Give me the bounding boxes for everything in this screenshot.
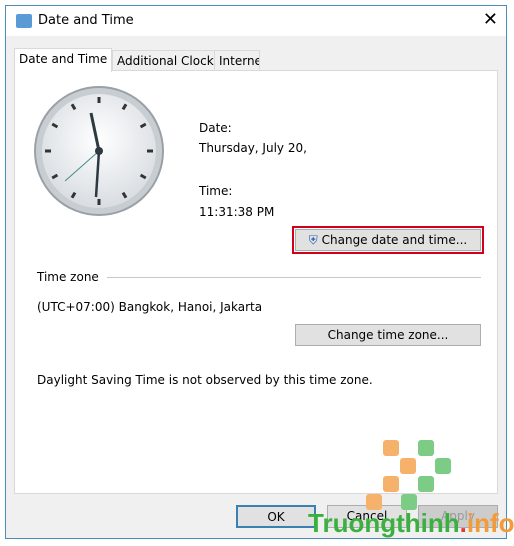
title-bar: Date and Time ✕ bbox=[6, 6, 506, 36]
close-icon[interactable]: ✕ bbox=[483, 9, 498, 30]
watermark-text: Truongthinh.info bbox=[308, 508, 514, 538]
change-date-and-time-label: Change date and time... bbox=[321, 233, 468, 247]
tab-date-and-time[interactable]: Date and Time bbox=[14, 48, 112, 72]
time-zone-heading: Time zone bbox=[37, 270, 99, 284]
date-time-dialog: Date and Time ✕ Date and Time Additional… bbox=[5, 5, 507, 539]
divider bbox=[107, 277, 481, 278]
dst-note: Daylight Saving Time is not observed by … bbox=[37, 373, 373, 387]
analog-clock bbox=[34, 86, 164, 216]
uac-shield-icon: ⛨ bbox=[308, 233, 318, 247]
time-value: 11:31:38 PM bbox=[199, 205, 275, 219]
tab-additional-clocks[interactable]: Additional Clocks bbox=[112, 50, 219, 71]
time-label: Time: bbox=[199, 184, 233, 198]
date-label: Date: bbox=[199, 121, 232, 135]
change-time-zone-button[interactable]: Change time zone... bbox=[295, 324, 481, 346]
tab-panel: Date: Thursday, July 20, Time: 11:31:38 … bbox=[14, 70, 498, 494]
date-time-app-icon bbox=[16, 14, 32, 28]
time-zone-value: (UTC+07:00) Bangkok, Hanoi, Jakarta bbox=[37, 300, 263, 314]
tab-internet-time[interactable]: Internet Time bbox=[214, 50, 260, 71]
window-title: Date and Time bbox=[38, 13, 134, 28]
date-value: Thursday, July 20, bbox=[199, 141, 307, 155]
ok-button[interactable]: OK bbox=[236, 505, 316, 528]
change-date-and-time-button[interactable]: ⛨ Change date and time... bbox=[292, 226, 484, 254]
